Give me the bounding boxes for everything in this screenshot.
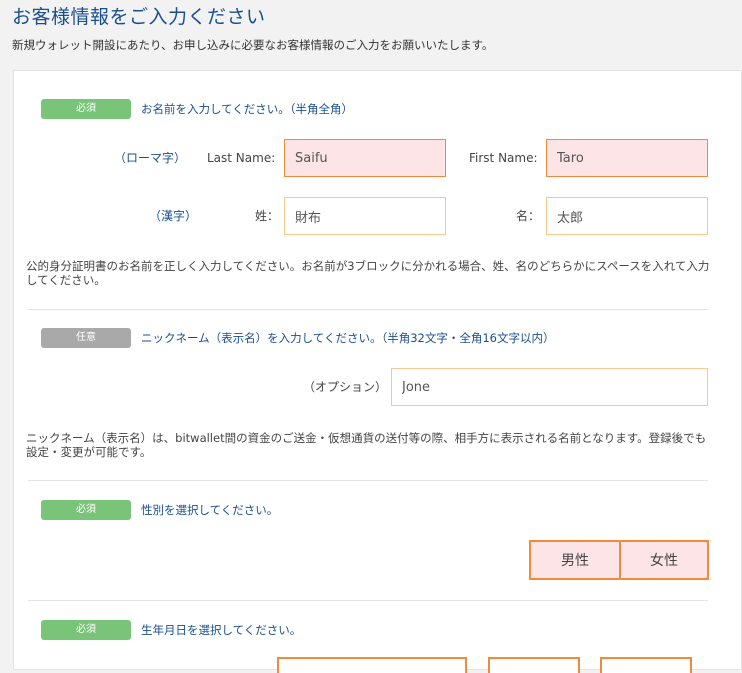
kanji-label: （漢字） (149, 209, 198, 223)
mei-input[interactable] (546, 197, 708, 235)
page-title: お客様情報をご入力ください (12, 6, 266, 28)
birth-month-select[interactable] (488, 657, 580, 673)
gender-female-button[interactable]: 女性 (619, 542, 707, 578)
section-divider (28, 600, 708, 601)
birthdate-section-title: 生年月日を選択してください。 (141, 623, 302, 637)
required-badge: 必須 (41, 99, 131, 119)
sei-label: 姓： (255, 209, 280, 223)
nickname-help-text: ニックネーム（表示名）は、bitwallet間の資金のご送金・仮想通貨の送付等の… (26, 431, 707, 459)
nickname-option-label: （オプション） (303, 380, 388, 394)
last-name-input[interactable] (284, 139, 446, 177)
birth-year-select[interactable] (277, 657, 467, 673)
mei-label: 名： (516, 209, 541, 223)
name-help-text: 公的身分証明書のお名前を正しく入力してください。お名前が3ブロックに分かれる場合… (26, 259, 710, 287)
romaji-label: （ローマ字） (114, 151, 187, 165)
sei-input[interactable] (284, 197, 446, 235)
required-badge: 必須 (41, 620, 131, 640)
first-name-input[interactable] (546, 139, 708, 177)
required-badge: 必須 (41, 500, 131, 520)
name-section-title: お名前を入力してください。（半角全角） (141, 102, 354, 116)
section-divider (28, 309, 708, 310)
optional-badge: 任意 (41, 328, 131, 348)
section-divider (28, 480, 708, 481)
customer-info-form: 必須 お名前を入力してください。（半角全角） （ローマ字） Last Name:… (13, 70, 742, 673)
gender-section-title: 性別を選択してください。 (141, 503, 279, 517)
nickname-input[interactable] (391, 368, 708, 406)
gender-male-button[interactable]: 男性 (531, 542, 619, 578)
gender-toggle: 男性 女性 (529, 540, 709, 580)
last-name-label: Last Name: (207, 151, 276, 165)
page-subtitle: 新規ウォレット開設にあたり、お申し込みに必要なお客様情報のご入力をお願いいたしま… (12, 38, 494, 52)
nickname-section-title: ニックネーム（表示名）を入力してください。（半角32文字・全角16文字以内） (141, 331, 555, 345)
birth-day-select[interactable] (600, 657, 692, 673)
first-name-label: First Name: (469, 151, 538, 165)
